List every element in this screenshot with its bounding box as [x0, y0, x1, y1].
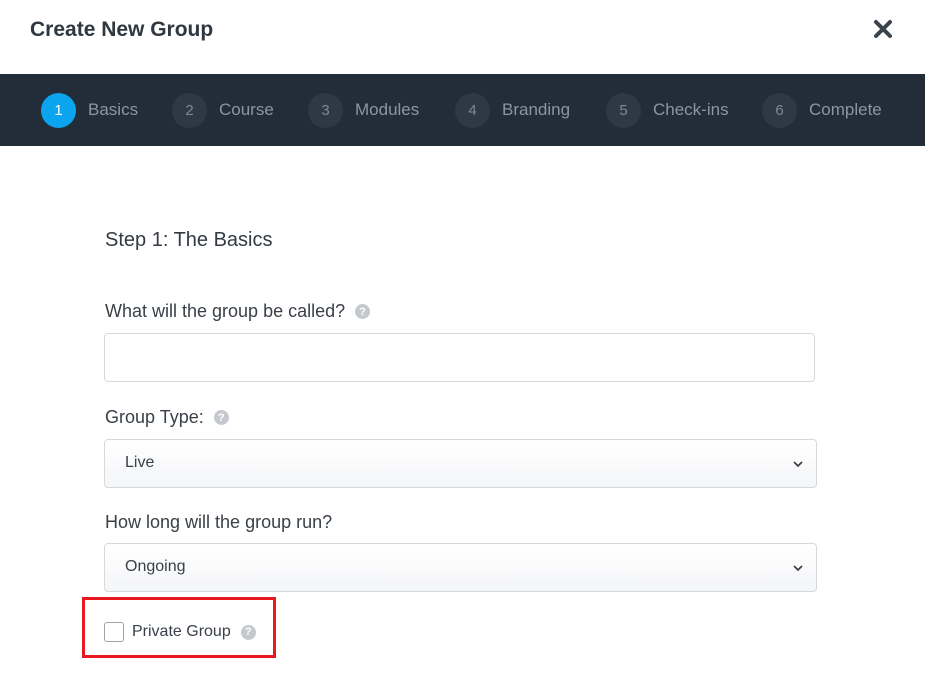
- duration-label-text: How long will the group run?: [105, 512, 333, 532]
- question-circle-icon[interactable]: ?: [355, 304, 371, 319]
- step-branding[interactable]: 4 Branding: [455, 92, 570, 128]
- close-icon[interactable]: [871, 17, 895, 41]
- step-basics[interactable]: 1 Basics: [41, 92, 138, 128]
- step-number: 2: [172, 92, 207, 128]
- group-type-value: Live: [125, 454, 155, 471]
- question-circle-icon[interactable]: ?: [213, 410, 229, 425]
- modal-header: Create New Group: [0, 0, 925, 74]
- step-label: Course: [219, 100, 274, 119]
- group-name-input[interactable]: [104, 333, 815, 382]
- highlight-box: [82, 597, 276, 658]
- duration-label: How long will the group run?: [105, 512, 332, 533]
- step-label: Modules: [355, 100, 420, 119]
- step-number: 5: [606, 92, 641, 128]
- step-number: 3: [308, 92, 343, 128]
- step-progress-bar: 1 Basics 2 Course 3 Modules 4 Branding 5…: [0, 74, 925, 146]
- section-title: Step 1: The Basics: [105, 229, 273, 251]
- duration-select[interactable]: Ongoing: [104, 543, 817, 592]
- step-complete[interactable]: 6 Complete: [762, 92, 882, 128]
- chevron-down-icon: [792, 457, 804, 469]
- step-label: Check-ins: [653, 100, 729, 119]
- modal-title: Create New Group: [30, 18, 214, 41]
- step-label: Basics: [88, 100, 139, 119]
- step-course[interactable]: 2 Course: [172, 92, 274, 128]
- step-label: Branding: [502, 100, 571, 119]
- step-modules[interactable]: 3 Modules: [308, 92, 419, 128]
- step-check-ins[interactable]: 5 Check-ins: [606, 92, 729, 128]
- group-type-label-text: Group Type:: [105, 407, 204, 427]
- group-type-select[interactable]: Live: [104, 439, 817, 488]
- step-number: 1: [41, 92, 76, 128]
- group-type-label: Group Type: ?: [105, 407, 229, 428]
- duration-value: Ongoing: [125, 558, 186, 575]
- step-number: 6: [762, 92, 797, 128]
- step-number: 4: [455, 92, 490, 128]
- step-label: Complete: [809, 100, 882, 119]
- chevron-down-icon: [792, 561, 804, 573]
- group-name-label: What will the group be called? ?: [105, 301, 371, 322]
- group-name-label-text: What will the group be called?: [105, 301, 346, 321]
